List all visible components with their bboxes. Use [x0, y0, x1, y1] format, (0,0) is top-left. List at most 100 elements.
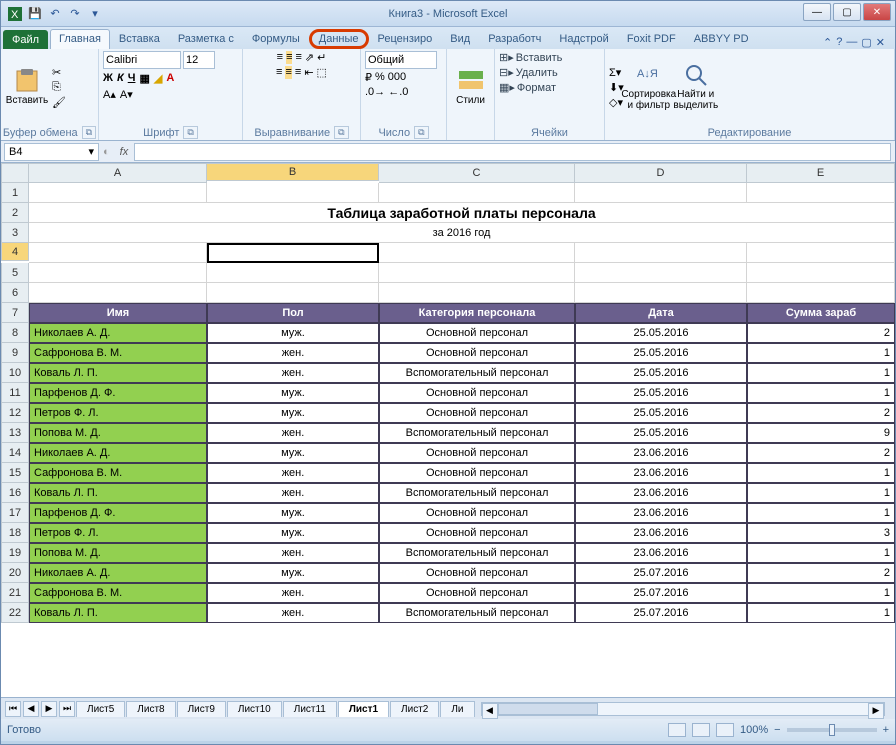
- cell[interactable]: муж.: [207, 383, 379, 403]
- cell[interactable]: [379, 263, 575, 283]
- cell[interactable]: 25.05.2016: [575, 343, 747, 363]
- decrease-font-icon[interactable]: A▾: [120, 88, 133, 101]
- cell[interactable]: Основной персонал: [379, 583, 575, 603]
- normal-view-button[interactable]: [668, 723, 686, 737]
- table-subtitle[interactable]: за 2016 год: [29, 223, 895, 243]
- cell[interactable]: Основной персонал: [379, 563, 575, 583]
- cell[interactable]: 2: [747, 403, 895, 423]
- cell[interactable]: [207, 283, 379, 303]
- cell[interactable]: Петров Ф. Л.: [29, 403, 207, 423]
- cell[interactable]: 1: [747, 363, 895, 383]
- table-title[interactable]: Таблица заработной платы персонала: [29, 203, 895, 223]
- cell[interactable]: жен.: [207, 343, 379, 363]
- cell[interactable]: Коваль Л. П.: [29, 603, 207, 623]
- tab-данные[interactable]: Данные: [309, 29, 369, 49]
- row-header[interactable]: 14: [1, 443, 29, 463]
- cell[interactable]: Коваль Л. П.: [29, 363, 207, 383]
- cell[interactable]: 1: [747, 603, 895, 623]
- cell[interactable]: [379, 243, 575, 263]
- merge-cells-icon[interactable]: ⬚: [317, 66, 327, 79]
- row-header[interactable]: 20: [1, 563, 29, 583]
- cell[interactable]: 1: [747, 383, 895, 403]
- cell[interactable]: 25.07.2016: [575, 563, 747, 583]
- zoom-slider[interactable]: [787, 728, 877, 732]
- cell[interactable]: жен.: [207, 363, 379, 383]
- row-header[interactable]: 22: [1, 603, 29, 623]
- sort-filter-button[interactable]: A↓Я Сортировка и фильтр: [627, 54, 671, 120]
- cell[interactable]: [29, 283, 207, 303]
- tab-abbyy pd[interactable]: ABBYY PD: [685, 29, 758, 49]
- align-top-icon[interactable]: ≡: [277, 51, 283, 64]
- cell[interactable]: 25.05.2016: [575, 403, 747, 423]
- cell[interactable]: [207, 183, 379, 203]
- cell[interactable]: Основной персонал: [379, 503, 575, 523]
- cell[interactable]: Основной персонал: [379, 523, 575, 543]
- cell[interactable]: Вспомогательный персонал: [379, 483, 575, 503]
- tab-file[interactable]: Файл: [3, 30, 48, 49]
- align-bottom-icon[interactable]: ≡: [295, 51, 301, 64]
- cell[interactable]: Сафронова В. М.: [29, 463, 207, 483]
- cell[interactable]: 23.06.2016: [575, 443, 747, 463]
- formula-bar[interactable]: [134, 143, 891, 161]
- cell[interactable]: [29, 243, 207, 263]
- cell[interactable]: 2: [747, 563, 895, 583]
- cell[interactable]: 25.05.2016: [575, 363, 747, 383]
- cell[interactable]: муж.: [207, 403, 379, 423]
- tab-надстрой[interactable]: Надстрой: [550, 29, 617, 49]
- align-middle-icon[interactable]: ≡: [286, 51, 292, 64]
- currency-icon[interactable]: ₽: [365, 71, 372, 84]
- cell[interactable]: 9: [747, 423, 895, 443]
- cell[interactable]: Николаев А. Д.: [29, 563, 207, 583]
- row-header[interactable]: 12: [1, 403, 29, 423]
- cell[interactable]: [29, 263, 207, 283]
- clipboard-launcher[interactable]: ⧉: [82, 126, 96, 139]
- tab-foxit pdf[interactable]: Foxit PDF: [618, 29, 685, 49]
- cell[interactable]: Сафронова В. М.: [29, 343, 207, 363]
- cell[interactable]: [379, 183, 575, 203]
- percent-icon[interactable]: %: [375, 71, 385, 84]
- cell[interactable]: Категория персонала: [379, 303, 575, 323]
- row-header[interactable]: 3: [1, 223, 29, 243]
- cell[interactable]: Вспомогательный персонал: [379, 423, 575, 443]
- sheet-nav-first[interactable]: ⏮: [5, 701, 21, 717]
- cell[interactable]: Сафронова В. М.: [29, 583, 207, 603]
- cell[interactable]: Основной персонал: [379, 343, 575, 363]
- cell[interactable]: жен.: [207, 423, 379, 443]
- col-header-e[interactable]: E: [747, 163, 895, 183]
- name-box[interactable]: B4▾: [4, 143, 99, 161]
- bold-button[interactable]: Ж: [103, 72, 113, 85]
- cell[interactable]: Основной персонал: [379, 323, 575, 343]
- cell[interactable]: [207, 263, 379, 283]
- help-icon[interactable]: ?: [836, 36, 842, 49]
- copy-icon[interactable]: ⎘: [52, 81, 66, 94]
- cell[interactable]: жен.: [207, 583, 379, 603]
- sheet-tab[interactable]: Лист2: [390, 701, 439, 717]
- cell[interactable]: 1: [747, 503, 895, 523]
- styles-button[interactable]: Стили: [451, 54, 490, 120]
- select-all-corner[interactable]: [1, 163, 29, 183]
- cell[interactable]: [379, 283, 575, 303]
- cell[interactable]: 23.06.2016: [575, 523, 747, 543]
- format-cells-button[interactable]: ▦▸Формат: [499, 81, 600, 94]
- wrap-text-icon[interactable]: ↵: [317, 51, 326, 64]
- page-layout-view-button[interactable]: [692, 723, 710, 737]
- row-header[interactable]: 4: [1, 243, 29, 261]
- row-header[interactable]: 11: [1, 383, 29, 403]
- font-size-input[interactable]: [183, 51, 215, 69]
- row-header[interactable]: 21: [1, 583, 29, 603]
- sheet-tab[interactable]: Лист11: [283, 701, 337, 717]
- row-header[interactable]: 13: [1, 423, 29, 443]
- col-header-a[interactable]: A: [29, 163, 207, 183]
- tab-рецензиро[interactable]: Рецензиро: [369, 29, 442, 49]
- font-name-input[interactable]: [103, 51, 181, 69]
- cell[interactable]: 25.07.2016: [575, 583, 747, 603]
- sheet-tab[interactable]: Лист9: [177, 701, 226, 717]
- sheet-tab[interactable]: Лист10: [227, 701, 282, 717]
- font-color-button[interactable]: A: [166, 72, 174, 85]
- fill-color-button[interactable]: ◢: [154, 72, 162, 85]
- cell[interactable]: муж.: [207, 523, 379, 543]
- col-header-d[interactable]: D: [575, 163, 747, 183]
- sheet-tab[interactable]: Лист1: [338, 701, 389, 717]
- cell[interactable]: 1: [747, 543, 895, 563]
- cell[interactable]: Пол: [207, 303, 379, 323]
